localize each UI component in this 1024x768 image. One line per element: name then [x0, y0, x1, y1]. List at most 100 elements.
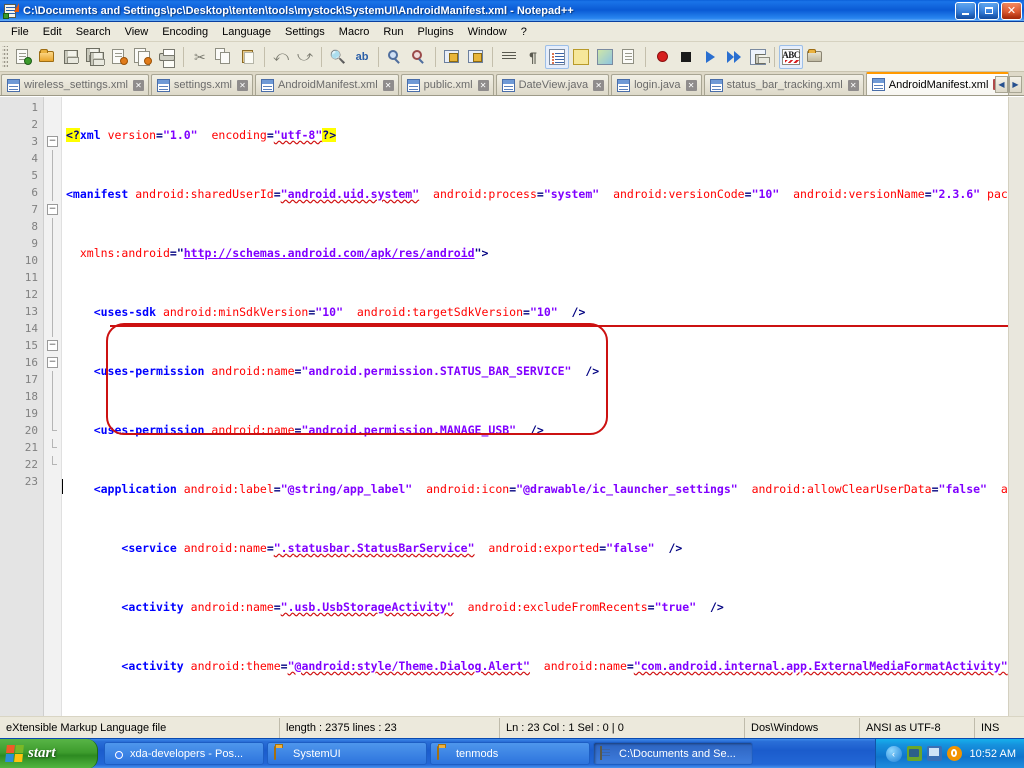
- redo-button[interactable]: ⤻: [293, 45, 317, 69]
- display-icon[interactable]: [926, 746, 942, 761]
- close-all-button[interactable]: [131, 45, 155, 69]
- restore-button[interactable]: [978, 1, 999, 20]
- play-macro-button[interactable]: [698, 45, 722, 69]
- menu-file[interactable]: File: [4, 24, 36, 40]
- tab-androidmanifest-xml-active[interactable]: AndroidManifest.xml ✕: [865, 72, 1010, 95]
- fold-cell: [44, 456, 61, 473]
- tab-close-icon[interactable]: ✕: [477, 79, 489, 91]
- tab-scroll-left-button[interactable]: ◀: [995, 76, 1008, 93]
- fold-toggle-icon[interactable]: −: [47, 357, 58, 368]
- status-eol-format: Dos\Windows: [745, 717, 860, 738]
- chevron-left-icon[interactable]: ‹: [885, 745, 902, 762]
- function-list-button[interactable]: [617, 45, 641, 69]
- fold-cell: [44, 218, 61, 235]
- tab-scroll-right-button[interactable]: ▶: [1009, 76, 1022, 93]
- zoom-out-button[interactable]: [407, 45, 431, 69]
- copy-button[interactable]: [212, 45, 236, 69]
- tab-androidmanifest-xml-1[interactable]: AndroidManifest.xml ✕: [255, 74, 399, 95]
- menu-settings[interactable]: Settings: [278, 24, 332, 40]
- run-macro-multiple-button[interactable]: [722, 45, 746, 69]
- fold-cell: −: [44, 133, 61, 150]
- spell-check-button[interactable]: ABC: [779, 44, 803, 69]
- menu-plugins[interactable]: Plugins: [411, 24, 461, 40]
- start-button[interactable]: start: [0, 738, 98, 768]
- save-macro-button[interactable]: [746, 45, 770, 69]
- fold-margin[interactable]: − − − −: [44, 97, 62, 716]
- code-line-6: <uses-permission android:name="android.p…: [93, 423, 544, 437]
- taskbar-item-systemui[interactable]: SystemUI: [267, 742, 427, 765]
- notepad-plus-plus-icon: [3, 2, 19, 19]
- menu-search[interactable]: Search: [69, 24, 118, 40]
- menu-window[interactable]: Window: [461, 24, 514, 40]
- close-button[interactable]: ✕: [1001, 1, 1022, 20]
- cut-button[interactable]: ✂: [188, 45, 212, 69]
- minimize-button[interactable]: [955, 1, 976, 20]
- new-file-button[interactable]: [11, 45, 35, 69]
- menu-macro[interactable]: Macro: [332, 24, 377, 40]
- undo-button[interactable]: ⤺: [269, 45, 293, 69]
- sync-horizontal-scroll-button[interactable]: [464, 45, 488, 69]
- network-icon[interactable]: [906, 746, 922, 761]
- tab-close-icon[interactable]: ✕: [847, 79, 859, 91]
- tab-settings-xml[interactable]: settings.xml ✕: [150, 74, 253, 95]
- fold-toggle-icon[interactable]: −: [47, 204, 58, 215]
- clock[interactable]: 10:52 AM: [970, 748, 1016, 760]
- vertical-scrollbar[interactable]: [1008, 97, 1024, 716]
- tab-public-xml[interactable]: public.xml ✕: [400, 74, 494, 95]
- taskbar-item-tenmods[interactable]: tenmods: [430, 742, 590, 765]
- taskbar-item-label: tenmods: [456, 747, 499, 760]
- zoom-in-button[interactable]: [383, 45, 407, 69]
- tab-status-bar-tracking-xml[interactable]: status_bar_tracking.xml ✕: [703, 74, 864, 95]
- menu-view[interactable]: View: [118, 24, 156, 40]
- editor-area[interactable]: 1 2 3 4 5 6 7 8 9 10 11 12 13 14 15 16 1…: [0, 97, 1024, 716]
- open-file-button[interactable]: [35, 45, 59, 69]
- tab-login-java[interactable]: login.java ✕: [611, 74, 702, 95]
- toolbar-separator: [645, 46, 646, 67]
- tab-close-icon[interactable]: ✕: [132, 79, 144, 91]
- toolbar-grip[interactable]: [2, 45, 8, 68]
- toolbar-separator: [492, 46, 493, 67]
- line-number: 3: [31, 135, 38, 148]
- show-indent-guide-button[interactable]: [545, 44, 569, 69]
- tab-close-icon[interactable]: ✕: [685, 79, 697, 91]
- floppy-disk-icon: [62, 48, 80, 66]
- taskbar-item-label: SystemUI: [293, 747, 341, 760]
- run-console-icon: [806, 48, 824, 66]
- tab-dateview-java[interactable]: DateView.java ✕: [495, 74, 610, 95]
- tab-close-icon[interactable]: ✕: [382, 79, 394, 91]
- show-all-chars-button[interactable]: ¶: [521, 45, 545, 69]
- user-defined-dialog-button[interactable]: [569, 45, 593, 69]
- word-wrap-button[interactable]: [497, 45, 521, 69]
- menu-help[interactable]: ?: [514, 24, 534, 40]
- print-button[interactable]: [155, 45, 179, 69]
- save-file-button[interactable]: [59, 45, 83, 69]
- code-content[interactable]: <?xml version="1.0" encoding="utf-8"?> <…: [62, 97, 1024, 716]
- tab-close-icon[interactable]: ✕: [593, 79, 605, 91]
- taskbar-item-xda-developers[interactable]: xda-developers - Pos...: [104, 742, 264, 765]
- record-macro-button[interactable]: [650, 45, 674, 69]
- menu-run[interactable]: Run: [376, 24, 410, 40]
- menu-language[interactable]: Language: [215, 24, 278, 40]
- taskbar-item-notepadpp[interactable]: C:\Documents and Se...: [593, 742, 753, 765]
- menu-edit[interactable]: Edit: [36, 24, 69, 40]
- status-encoding: ANSI as UTF-8: [860, 717, 975, 738]
- tab-wireless-settings-xml[interactable]: wireless_settings.xml ✕: [1, 74, 149, 95]
- tab-close-icon[interactable]: ✕: [237, 79, 248, 91]
- replace-button[interactable]: ab: [350, 45, 374, 69]
- scissors-icon: ✂: [194, 48, 206, 65]
- code-line-3: xmlns:android="http://schemas.android.co…: [79, 246, 489, 260]
- paste-button[interactable]: [236, 45, 260, 69]
- close-file-button[interactable]: [107, 45, 131, 69]
- updater-icon[interactable]: [946, 746, 962, 761]
- fold-toggle-icon[interactable]: −: [47, 340, 58, 351]
- line-number: 2: [31, 118, 38, 131]
- stop-macro-button[interactable]: [674, 45, 698, 69]
- save-all-button[interactable]: [83, 45, 107, 69]
- run-button[interactable]: [803, 45, 827, 69]
- menu-encoding[interactable]: Encoding: [155, 24, 215, 40]
- fold-toggle-icon[interactable]: −: [47, 136, 58, 147]
- sync-vertical-scroll-button[interactable]: [440, 45, 464, 69]
- tab-label: status_bar_tracking.xml: [726, 79, 843, 91]
- find-button[interactable]: 🔍: [326, 45, 350, 69]
- document-map-button[interactable]: [593, 45, 617, 69]
